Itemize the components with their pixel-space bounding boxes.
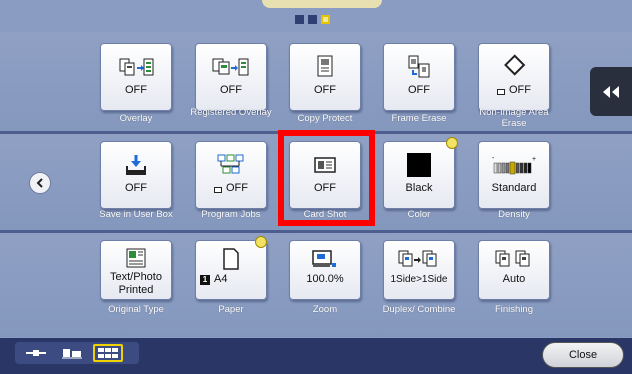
copy-protect-icon	[313, 50, 337, 84]
registered-overlay-value: OFF	[220, 84, 242, 96]
svg-text:-: -	[492, 155, 495, 162]
registered-overlay-caption: Registered Overlay	[190, 107, 272, 118]
program-jobs-caption: Program Jobs	[201, 209, 261, 220]
chevron-left-icon	[36, 178, 43, 188]
view-mode-grid-button[interactable]	[93, 344, 123, 362]
copy-protect-value: OFF	[314, 84, 336, 96]
color-tile[interactable]: Black	[383, 141, 455, 209]
original-type-tile[interactable]: Text/Photo Printed	[100, 240, 172, 300]
zoom-tile[interactable]: 100.0%	[289, 240, 361, 300]
page-dot-1[interactable]	[295, 15, 304, 24]
non-image-area-erase-value: OFF	[497, 84, 531, 97]
copy-protect-caption: Copy Protect	[297, 113, 353, 124]
zoom-caption: Zoom	[312, 304, 338, 315]
previous-page-button[interactable]	[29, 172, 51, 194]
frame-erase-tile[interactable]: OFF	[383, 43, 455, 111]
original-type-caption: Original Type	[108, 304, 164, 315]
program-jobs-tile[interactable]: OFF	[195, 141, 267, 209]
svg-text:+: +	[532, 156, 536, 163]
program-jobs-icon	[215, 148, 247, 182]
zoom-icon	[310, 245, 340, 273]
collapse-panel-button[interactable]	[590, 67, 632, 116]
non-image-area-erase-caption: Non-Image Area Erase	[479, 107, 549, 129]
list-view-icon	[62, 349, 82, 359]
finishing-tile[interactable]: Auto	[478, 240, 550, 300]
non-image-area-erase-tile[interactable]: OFF	[478, 43, 550, 111]
program-jobs-value: OFF	[214, 182, 248, 195]
save-box-icon	[123, 148, 149, 182]
duplex-combine-tile[interactable]: 1Side>1Side	[383, 240, 455, 300]
density-tile[interactable]: - + Standard	[478, 141, 550, 209]
finishing-value: Auto	[502, 273, 526, 285]
density-value: Standard	[491, 182, 537, 194]
finishing-caption: Finishing	[494, 304, 534, 315]
copy-function-screen: OFF Overlay OFF Registered Overlay OFF C…	[0, 0, 632, 374]
page-dot-2[interactable]	[308, 15, 317, 24]
density-scale-icon: - +	[490, 148, 538, 182]
save-in-user-box-caption: Save in User Box	[99, 209, 173, 220]
zoom-value: 100.0%	[306, 273, 344, 285]
save-in-user-box-tile[interactable]: OFF	[100, 141, 172, 209]
grid-view-icon	[98, 348, 118, 358]
duplex-icon	[397, 245, 441, 273]
color-status-dot	[446, 137, 458, 149]
paper-tile[interactable]: 1 A4	[195, 240, 267, 300]
color-caption: Color	[407, 209, 431, 220]
frame-erase-value: OFF	[408, 84, 430, 96]
view-mode-list-button[interactable]	[57, 344, 87, 362]
registered-overlay-tile[interactable]: OFF	[195, 43, 267, 111]
view-mode-switcher	[15, 342, 139, 364]
overlay-tile[interactable]: OFF	[100, 43, 172, 111]
view-mode-line-button[interactable]	[21, 344, 51, 362]
registered-overlay-icon	[211, 50, 251, 84]
page-indicator	[295, 15, 330, 24]
original-type-icon	[124, 245, 148, 271]
duplex-combine-caption: Duplex/ Combine	[382, 304, 456, 315]
paper-caption: Paper	[218, 304, 244, 315]
setting-square-icon	[497, 88, 505, 95]
paper-icon	[221, 245, 241, 273]
save-in-user-box-value: OFF	[125, 182, 147, 194]
color-value: Black	[405, 182, 433, 194]
frame-erase-caption: Frame Erase	[391, 113, 447, 124]
card-shot-highlight-box	[278, 130, 375, 226]
paper-status-dot	[255, 236, 267, 248]
top-pull-tab[interactable]	[262, 0, 382, 8]
density-caption: Density	[498, 209, 530, 220]
page-dot-3[interactable]	[321, 15, 330, 24]
line-view-icon	[26, 350, 46, 356]
finishing-icon	[494, 245, 534, 273]
close-button[interactable]: Close	[542, 342, 624, 368]
duplex-combine-value: 1Side>1Side	[390, 274, 448, 285]
tray-number-badge: 1	[200, 274, 210, 285]
non-image-erase-icon	[501, 50, 527, 84]
overlay-icon	[116, 50, 156, 84]
color-swatch-icon	[407, 148, 431, 182]
paper-value: 1 A4	[200, 273, 227, 286]
overlay-value: OFF	[125, 84, 147, 96]
setting-square-icon	[214, 186, 222, 193]
copy-protect-tile[interactable]: OFF	[289, 43, 361, 111]
double-chevron-left-icon	[603, 85, 619, 98]
frame-erase-icon	[406, 50, 432, 84]
original-type-value: Text/Photo Printed	[110, 271, 162, 296]
overlay-caption: Overlay	[119, 113, 153, 124]
